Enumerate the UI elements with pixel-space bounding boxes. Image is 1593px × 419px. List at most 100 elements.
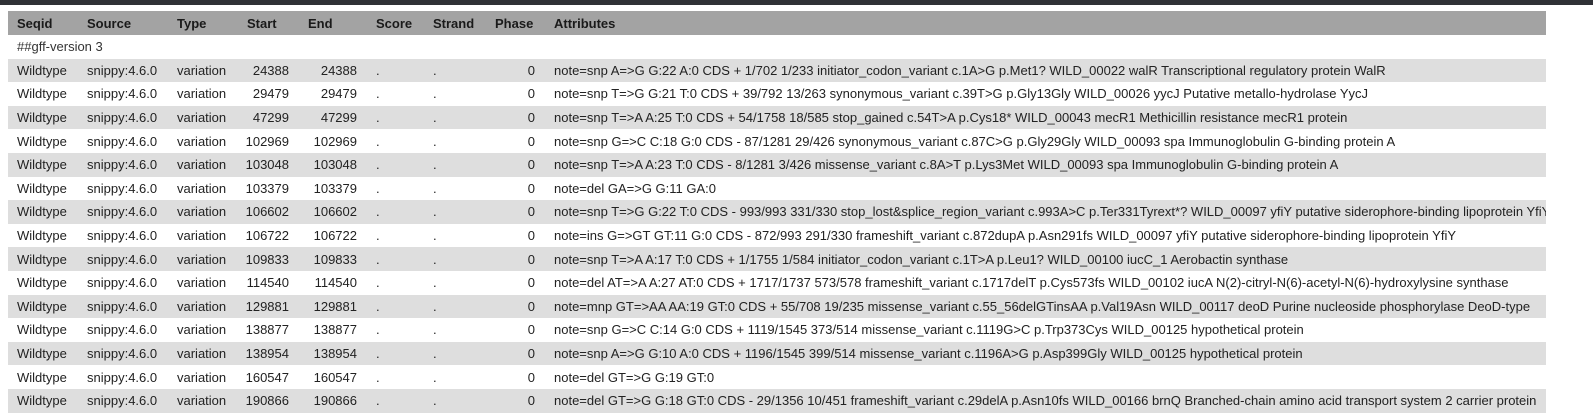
cell-end: 129881 xyxy=(299,294,367,319)
cell-score: . xyxy=(367,200,424,224)
cell-end: 114540 xyxy=(299,270,367,295)
cell-type: variation xyxy=(168,105,238,130)
cell-seqid: Wildtype xyxy=(8,58,78,83)
cell-seqid: Wildtype xyxy=(8,176,78,201)
version-row: ##gff-version 3 xyxy=(8,35,1546,59)
cell-type: variation xyxy=(168,294,238,319)
table-row[interactable]: Wildtype snippy:4.6.0 variation 24388 24388.… xyxy=(8,58,1546,83)
cell-attributes: note=snp A=>G G:10 A:0 CDS + 1196/1545 3… xyxy=(545,341,1546,366)
cell-end: 106602 xyxy=(299,200,367,224)
cell-end: 138954 xyxy=(299,341,367,366)
table-row[interactable]: Wildtype snippy:4.6.0 variation 138954 13895… xyxy=(8,341,1546,366)
cell-seqid: Wildtype xyxy=(8,129,78,153)
column-header-strand[interactable]: Strand xyxy=(424,11,486,35)
cell-end: 106722 xyxy=(299,223,367,248)
cell-start: 47299 xyxy=(238,105,299,130)
cell-strand: . xyxy=(424,294,486,319)
cell-end: 24388 xyxy=(299,58,367,83)
gff-version-line: ##gff-version 3 xyxy=(8,35,1546,59)
cell-strand: . xyxy=(424,270,486,295)
cell-attributes: note=snp T=>A A:25 T:0 CDS + 54/1758 18/… xyxy=(545,105,1546,130)
cell-phase: 0 xyxy=(486,105,545,130)
cell-source: snippy:4.6.0 xyxy=(78,247,168,271)
cell-phase: 0 xyxy=(486,176,545,201)
cell-attributes: note=snp G=>C C:18 G:0 CDS - 87/1281 29/… xyxy=(545,129,1546,153)
cell-score: . xyxy=(367,176,424,201)
cell-source: snippy:4.6.0 xyxy=(78,318,168,342)
column-header-score[interactable]: Score xyxy=(367,11,424,35)
cell-score: . xyxy=(367,365,424,389)
column-header-phase[interactable]: Phase xyxy=(486,11,545,35)
cell-seqid: Wildtype xyxy=(8,365,78,389)
cell-start: 114540 xyxy=(238,270,299,295)
column-header-attributes[interactable]: Attributes xyxy=(545,11,1546,35)
table-row[interactable]: Wildtype snippy:4.6.0 variation 106602 10660… xyxy=(8,200,1546,224)
cell-phase: 0 xyxy=(486,58,545,83)
table-row[interactable]: Wildtype snippy:4.6.0 variation 29479 29479.… xyxy=(8,82,1546,106)
cell-phase: 0 xyxy=(486,341,545,366)
cell-phase: 0 xyxy=(486,152,545,177)
cell-start: 109833 xyxy=(238,247,299,271)
table-row[interactable]: Wildtype snippy:4.6.0 variation 109833 10983… xyxy=(8,247,1546,271)
cell-score: . xyxy=(367,270,424,295)
cell-phase: 0 xyxy=(486,247,545,271)
cell-attributes: note=ins G=>GT GT:11 G:0 CDS - 872/993 2… xyxy=(545,223,1546,248)
table-row[interactable]: Wildtype snippy:4.6.0 variation 190866 19086… xyxy=(8,388,1546,413)
table-row[interactable]: Wildtype snippy:4.6.0 variation 138877 13887… xyxy=(8,318,1546,342)
column-header-start[interactable]: Start xyxy=(238,11,299,35)
table-row[interactable]: Wildtype snippy:4.6.0 variation 102969 10296… xyxy=(8,129,1546,153)
cell-end: 138877 xyxy=(299,318,367,342)
cell-score: . xyxy=(367,105,424,130)
cell-start: 138954 xyxy=(238,341,299,366)
table-row[interactable]: Wildtype snippy:4.6.0 variation 129881 12988… xyxy=(8,294,1546,319)
cell-end: 47299 xyxy=(299,105,367,130)
cell-attributes: note=snp T=>G G:22 T:0 CDS - 993/993 331… xyxy=(545,200,1546,224)
cell-source: snippy:4.6.0 xyxy=(78,223,168,248)
column-header-type[interactable]: Type xyxy=(168,11,238,35)
cell-strand: . xyxy=(424,247,486,271)
table-row[interactable]: Wildtype snippy:4.6.0 variation 103048 10304… xyxy=(8,152,1546,177)
top-bar xyxy=(0,0,1593,5)
cell-type: variation xyxy=(168,200,238,224)
cell-strand: . xyxy=(424,341,486,366)
table-row[interactable]: Wildtype snippy:4.6.0 variation 47299 47299.… xyxy=(8,105,1546,130)
cell-attributes: note=del GT=>G G:19 GT:0 xyxy=(545,365,1546,389)
cell-start: 103379 xyxy=(238,176,299,201)
cell-start: 106722 xyxy=(238,223,299,248)
table-header-row: Seqid Source Type Start End Score Strand… xyxy=(8,11,1546,35)
cell-strand: . xyxy=(424,152,486,177)
table-row[interactable]: Wildtype snippy:4.6.0 variation 103379 10337… xyxy=(8,176,1546,201)
cell-start: 103048 xyxy=(238,152,299,177)
cell-start: 129881 xyxy=(238,294,299,319)
table-row[interactable]: Wildtype snippy:4.6.0 variation 160547 16054… xyxy=(8,365,1546,389)
cell-type: variation xyxy=(168,176,238,201)
cell-score: . xyxy=(367,152,424,177)
column-header-seqid[interactable]: Seqid xyxy=(8,11,78,35)
cell-end: 29479 xyxy=(299,82,367,106)
cell-seqid: Wildtype xyxy=(8,247,78,271)
cell-source: snippy:4.6.0 xyxy=(78,58,168,83)
cell-type: variation xyxy=(168,152,238,177)
cell-score: . xyxy=(367,294,424,319)
cell-phase: 0 xyxy=(486,223,545,248)
cell-seqid: Wildtype xyxy=(8,105,78,130)
cell-type: variation xyxy=(168,341,238,366)
cell-phase: 0 xyxy=(486,270,545,295)
cell-source: snippy:4.6.0 xyxy=(78,294,168,319)
cell-strand: . xyxy=(424,388,486,413)
cell-strand: . xyxy=(424,223,486,248)
cell-attributes: note=mnp GT=>AA AA:19 GT:0 CDS + 55/708 … xyxy=(545,294,1546,319)
cell-score: . xyxy=(367,341,424,366)
cell-score: . xyxy=(367,129,424,153)
cell-attributes: note=snp T=>A A:17 T:0 CDS + 1/1755 1/58… xyxy=(545,247,1546,271)
cell-phase: 0 xyxy=(486,200,545,224)
cell-attributes: note=snp T=>A A:23 T:0 CDS - 8/1281 3/42… xyxy=(545,152,1546,177)
table-row[interactable]: Wildtype snippy:4.6.0 variation 106722 10672… xyxy=(8,223,1546,248)
cell-seqid: Wildtype xyxy=(8,200,78,224)
cell-seqid: Wildtype xyxy=(8,270,78,295)
column-header-source[interactable]: Source xyxy=(78,11,168,35)
cell-source: snippy:4.6.0 xyxy=(78,270,168,295)
cell-start: 102969 xyxy=(238,129,299,153)
column-header-end[interactable]: End xyxy=(299,11,367,35)
table-row[interactable]: Wildtype snippy:4.6.0 variation 114540 11454… xyxy=(8,270,1546,295)
